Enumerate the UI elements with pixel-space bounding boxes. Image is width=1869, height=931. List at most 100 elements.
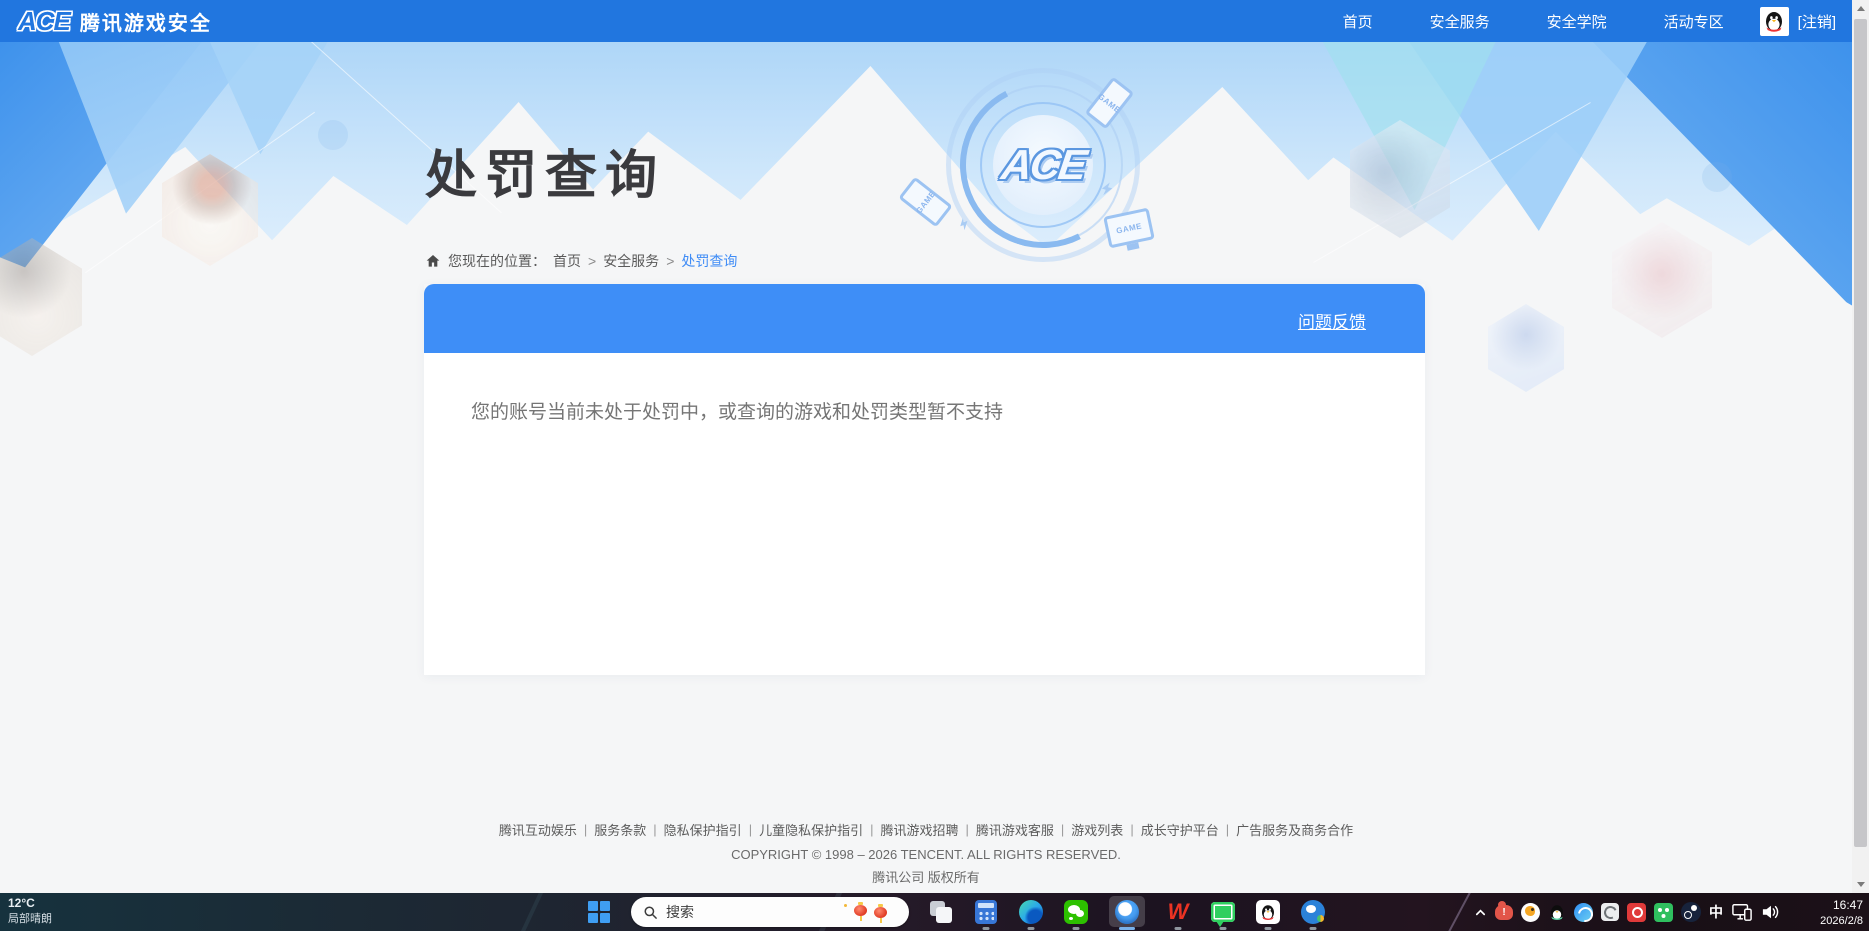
weather-temperature: 12°C [8,896,35,910]
search-icon [644,906,657,919]
clock-time: 16:47 [1832,898,1863,912]
site-header: ACE 腾讯游戏安全 首页 安全服务 安全学院 活动专区 [注销] [0,0,1852,42]
steam-icon [1681,902,1701,922]
tray-quark-browser[interactable] [1574,902,1593,922]
footer-link-children-privacy[interactable]: 儿童隐私保护指引 [759,820,863,839]
search-input[interactable] [666,904,816,920]
wechat-app-button[interactable] [1063,893,1089,931]
qq-penguin-icon [1766,12,1783,32]
chevron-up-icon [1475,908,1486,915]
tray-duck-app[interactable] [1521,902,1540,922]
home-icon [426,255,440,267]
feedback-link[interactable]: 问题反馈 [1298,308,1366,333]
breadcrumb-home[interactable]: 首页 [553,251,581,271]
scrollbar[interactable] [1852,0,1869,893]
footer-separator: | [748,822,753,837]
input-method-indicator[interactable]: 中 [1709,902,1723,922]
running-indicator [1072,927,1080,930]
chinese-input-label: 中 [1709,904,1723,920]
footer-separator: | [1225,822,1230,837]
footer-separator: | [870,822,874,837]
task-view-button[interactable] [928,893,954,931]
scrollbar-down-arrow[interactable] [1852,876,1869,893]
card-body: 您的账号当前未处于处罚中，或查询的游戏和处罚类型暂不支持 [424,353,1425,675]
tray-steam[interactable] [1681,902,1701,922]
footer-link-guardian-platform[interactable]: 成长守护平台 [1141,820,1219,839]
tray-cloud-alert[interactable]: ! [1495,900,1513,920]
tray-swirl-app[interactable] [1601,903,1619,921]
wechat-icon [1064,900,1088,924]
footer-link-ad-business[interactable]: 广告服务及商务合作 [1236,820,1353,839]
tray-music-app[interactable] [1627,902,1646,922]
task-view-icon [930,901,952,923]
qq-app-button[interactable] [1255,893,1281,931]
weather-widget[interactable]: 12°C 局部晴朗 [8,896,52,926]
qq-penguin-icon [1262,905,1274,921]
tray-green-app[interactable] [1654,902,1673,922]
edge-app-button[interactable] [1018,893,1044,931]
monitor-phone-icon [1732,904,1752,921]
ace-logo-icon: ACE [18,5,71,36]
blue-chat-icon [1301,900,1325,924]
running-indicator [1174,927,1182,930]
scrollbar-up-arrow[interactable] [1852,0,1869,17]
qq-penguin-icon [1551,905,1563,921]
blue-chat-app-button[interactable] [1300,893,1326,931]
taskbar-clock[interactable]: 16:47 2026/2/8 [1820,898,1863,928]
taskbar-center: W [586,893,1326,931]
qq-icon [1256,900,1280,924]
tray-qq[interactable] [1548,903,1566,921]
user-avatar[interactable] [1759,6,1789,36]
swirl-icon [1601,903,1619,921]
running-indicator [1309,927,1317,930]
speaker-icon [1762,905,1779,919]
footer-separator: | [1060,822,1065,837]
scrollbar-thumb[interactable] [1854,19,1867,847]
wps-app-button[interactable]: W [1165,893,1191,931]
lantern-icon [874,904,887,923]
sparkle-decoration [844,904,847,907]
site-logo[interactable]: ACE 腾讯游戏安全 [18,6,212,37]
nav-item-home[interactable]: 首页 [1343,11,1373,32]
tray-expand-button[interactable] [1474,906,1487,919]
footer-link-game-list[interactable]: 游戏列表 [1071,820,1123,839]
breadcrumb: 您现在的位置： 首页 > 安全服务 > 处罚查询 [425,251,737,271]
lantern-icon [854,902,867,921]
breadcrumb-separator: > [588,253,597,269]
green-chat-app-button[interactable] [1210,893,1236,931]
page-title: 处罚查询 [425,147,666,205]
footer-link-terms[interactable]: 服务条款 [594,820,646,839]
footer-link-customer-service[interactable]: 腾讯游戏客服 [976,820,1054,839]
green-dots-icon [1654,902,1673,922]
volume-button[interactable] [1761,903,1781,921]
wallpaper-streak [511,893,553,931]
page-content: 处罚查询 您现在的位置： 首页 > 安全服务 > 处罚查询 问题反馈 您的账号当… [0,0,1869,893]
nav-item-security-academy[interactable]: 安全学院 [1547,11,1607,32]
calculator-icon [975,900,997,924]
nav-item-activity-zone[interactable]: 活动专区 [1664,11,1724,32]
cloud-alert-icon: ! [1495,900,1513,920]
logout-link[interactable]: [注销] [1798,11,1836,32]
start-button[interactable] [586,893,612,931]
footer-link-privacy[interactable]: 隐私保护指引 [664,820,742,839]
footer-link-tencent-games[interactable]: 腾讯互动娱乐 [499,820,577,839]
footer-link-recruit[interactable]: 腾讯游戏招聘 [880,820,958,839]
main-nav: 首页 安全服务 安全学院 活动专区 [1343,11,1724,32]
breadcrumb-current: 处罚查询 [681,253,738,269]
duck-icon [1521,902,1540,922]
breadcrumb-separator: > [666,253,675,269]
system-tray: ! 中 [1474,893,1781,931]
active-browser-app-button[interactable] [1108,893,1146,931]
active-running-indicator [1119,927,1135,930]
footer-separator: | [965,822,969,837]
site-footer: 腾讯互动娱乐 | 服务条款 | 隐私保护指引 | 儿童隐私保护指引 | 腾讯游戏… [0,820,1852,886]
red-music-icon [1627,902,1646,922]
calculator-app-button[interactable] [973,893,999,931]
windows-taskbar: 12°C 局部晴朗 搜索 W ! 中 16:47 2026/2/8 [0,893,1869,931]
taskbar-search[interactable] [631,897,909,927]
footer-separator: | [653,822,657,837]
nav-item-security-services[interactable]: 安全服务 [1430,11,1490,32]
running-indicator [1264,927,1272,930]
breadcrumb-security-services[interactable]: 安全服务 [603,251,659,271]
cast-devices-button[interactable] [1731,902,1753,922]
